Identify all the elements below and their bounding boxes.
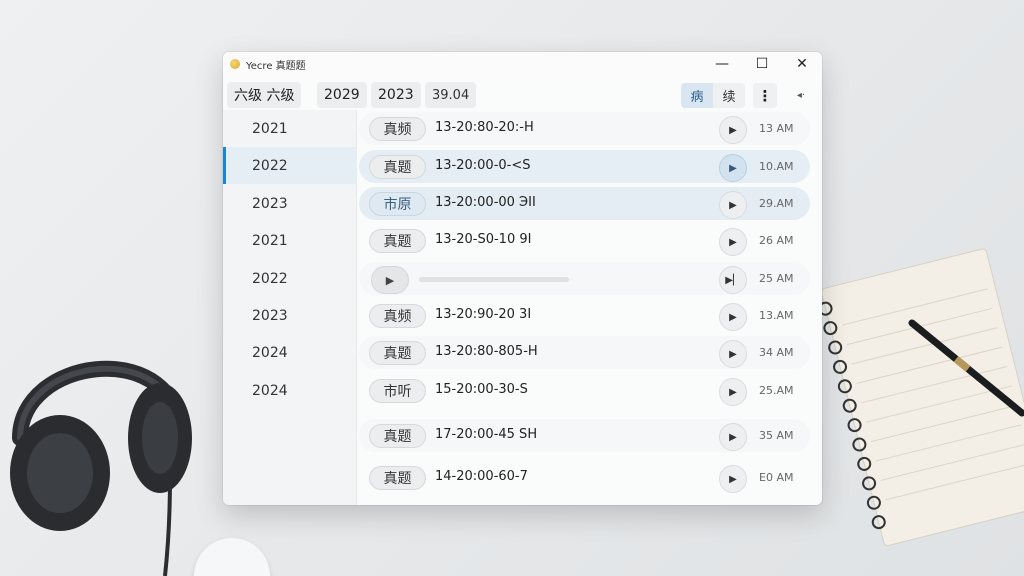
sidebar-item-year[interactable]: 2022 (223, 260, 357, 297)
sidebar-item-year-active[interactable]: 2022 (223, 147, 357, 184)
item-time: 35 AM (759, 429, 794, 442)
window-controls: — ☐ ✕ (702, 52, 822, 76)
play-icon[interactable]: ▶ (719, 378, 747, 406)
view-toggle-option-b[interactable]: 续 (713, 83, 745, 108)
type-tag: 真题 (369, 424, 426, 448)
view-toggle: 病 续 (681, 83, 745, 108)
title-bar: Yecre 真题题 — ☐ ✕ (223, 52, 822, 76)
sidebar-item-year[interactable]: 2021 (223, 222, 357, 259)
play-icon[interactable]: ▶ (719, 465, 747, 493)
list-item[interactable]: 真频 13-20:90-20 3I ▶ 13.AM (359, 299, 810, 332)
sidebar-item-year[interactable]: 2023 (223, 297, 357, 334)
item-time: 13.AM (759, 309, 794, 322)
item-time: 13 AM (759, 122, 794, 135)
item-code: 13-20-S0-10 9I (435, 232, 532, 247)
audio-player-row: ▶ ▶▏ 25 AM (359, 262, 810, 295)
list-item[interactable]: 真频 13-20:80-20:-H ▶ 13 AM (359, 112, 810, 145)
list-item[interactable]: 真题 13-20:80-805-H ▶ 34 AM (359, 336, 810, 369)
play-icon[interactable]: ▶ (719, 154, 747, 182)
type-tag: 真频 (369, 117, 426, 141)
skip-next-icon[interactable]: ▶▏ (719, 266, 747, 294)
year-sidebar: 2021 2022 2023 2021 2022 2023 2024 2024 (223, 110, 357, 505)
filter-chip-level[interactable]: 六级 六级 (227, 82, 302, 108)
close-button[interactable]: ✕ (782, 52, 822, 76)
exam-list: 真频 13-20:80-20:-H ▶ 13 AM 真题 13-20:00-0-… (357, 110, 822, 505)
filter-chip-year-b[interactable]: 2023 (371, 82, 421, 108)
sidebar-item-year[interactable]: 2024 (223, 334, 357, 371)
type-tag: 真题 (369, 341, 426, 365)
item-time: 29.AM (759, 197, 794, 210)
item-code: 13-20:80-20:-H (435, 120, 534, 135)
item-time: 26 AM (759, 234, 794, 247)
more-options-icon[interactable]: ⋮ (753, 83, 777, 108)
notebook-photo (822, 248, 1024, 547)
item-time: E0 AM (759, 471, 794, 484)
window-title: Yecre 真题题 (246, 60, 306, 72)
item-time: 25 AM (759, 272, 794, 285)
list-item[interactable]: 真题 14-20:00-60-7 ▶ E0 AM (359, 461, 810, 494)
play-icon[interactable]: ▶ (719, 191, 747, 219)
type-tag: 真频 (369, 304, 426, 328)
sidebar-item-year[interactable]: 2023 (223, 185, 357, 222)
type-tag: 市原 (369, 192, 426, 216)
sidebar-item-year[interactable]: 2024 (223, 372, 357, 409)
app-icon (230, 59, 240, 69)
player-play-icon[interactable]: ▶ (371, 266, 409, 294)
play-icon[interactable]: ▶ (719, 423, 747, 451)
item-code: 13-20:00-0-<S (435, 158, 531, 173)
play-icon[interactable]: ▶ (719, 228, 747, 256)
item-code: 15-20:00-30-S (435, 382, 528, 397)
filter-chip-year-a[interactable]: 2029 (317, 82, 367, 108)
play-icon[interactable]: ▶ (719, 340, 747, 368)
list-item-hover[interactable]: 市原 13-20:00-00 ЭII ▶ 29.AM (359, 187, 810, 220)
play-icon[interactable]: ▶ (719, 303, 747, 331)
type-tag: 真题 (369, 155, 426, 179)
mouse-photo (194, 538, 270, 576)
list-item-selected[interactable]: 真题 13-20:00-0-<S ▶ 10.AM (359, 150, 810, 183)
type-tag: 市听 (369, 379, 426, 403)
minimize-button[interactable]: — (702, 52, 742, 76)
collapse-icon[interactable]: ◂· (787, 83, 815, 108)
filter-chip-date[interactable]: 39.04 (425, 82, 477, 108)
item-time: 10.AM (759, 160, 794, 173)
item-code: 17-20:00-45 SH (435, 427, 538, 442)
item-code: 14-20:00-60-7 (435, 469, 528, 484)
list-item[interactable]: 市听 15-20:00-30-S ▶ 25.AM (359, 374, 810, 407)
headphones-photo (10, 360, 192, 576)
maximize-button[interactable]: ☐ (742, 52, 782, 76)
list-item[interactable]: 真题 13-20-S0-10 9I ▶ 26 AM (359, 224, 810, 257)
play-icon[interactable]: ▶ (719, 116, 747, 144)
type-tag: 真题 (369, 229, 426, 253)
item-code: 13-20:90-20 3I (435, 307, 532, 322)
list-item[interactable]: 真题 17-20:00-45 SH ▶ 35 AM (359, 419, 810, 452)
item-code: 13-20:00-00 ЭII (435, 195, 536, 210)
view-toggle-option-a[interactable]: 病 (681, 83, 713, 108)
toolbar: 六级 六级 2029 2023 39.04 病 续 ⋮ ◂· (223, 80, 822, 110)
app-window: Yecre 真题题 — ☐ ✕ 六级 六级 2029 2023 39.04 病 … (223, 52, 822, 505)
type-tag: 真题 (369, 466, 426, 490)
audio-progress-bar[interactable] (419, 277, 569, 282)
item-time: 34 AM (759, 346, 794, 359)
sidebar-item-year[interactable]: 2021 (223, 110, 357, 147)
item-time: 25.AM (759, 384, 794, 397)
item-code: 13-20:80-805-H (435, 344, 538, 359)
